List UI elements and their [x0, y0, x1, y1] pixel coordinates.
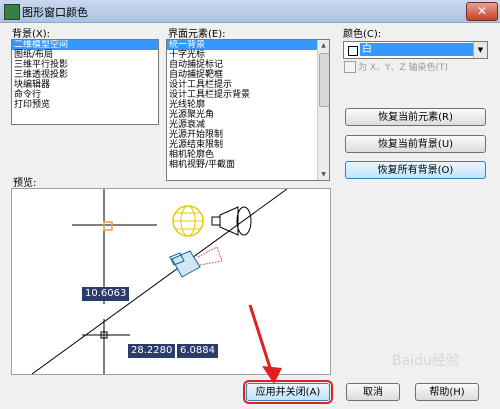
background-listbox[interactable]: 二维模型空间 图纸/布局 三维平行投影 三维透视投影 块编辑器 命令行 打印预览: [11, 39, 159, 125]
app-icon: [4, 4, 20, 20]
elements-list-item[interactable]: 光源开始限制: [167, 130, 329, 140]
scroll-thumb[interactable]: [319, 53, 329, 107]
background-list-item[interactable]: 块编辑器: [12, 80, 158, 90]
elements-list-item[interactable]: 光源聚光角: [167, 110, 329, 120]
elements-list-item[interactable]: 光源结束限制: [167, 140, 329, 150]
scroll-up-icon[interactable]: ▲: [318, 40, 329, 51]
watermark-logo: Baidu经验: [392, 353, 460, 369]
coordinate-tag-1: 10.6063: [82, 287, 130, 301]
coordinate-tag-3: 6.0884: [177, 344, 218, 358]
window-title: 图形窗口颜色: [22, 6, 88, 19]
restore-background-button[interactable]: 恢复当前背景(U): [345, 135, 486, 153]
elements-list-item[interactable]: 自动捕捉标记: [167, 60, 329, 70]
elements-list-item[interactable]: 光源衰减: [167, 120, 329, 130]
spotlight-icon: [211, 206, 252, 236]
background-list-item[interactable]: 三维平行投影: [12, 60, 158, 70]
apply-close-button[interactable]: 应用并关闭(A): [243, 380, 333, 404]
cancel-button[interactable]: 取消: [346, 383, 400, 401]
chevron-down-icon[interactable]: ▼: [473, 42, 487, 58]
background-list-item[interactable]: 打印预览: [12, 100, 158, 110]
restore-element-button[interactable]: 恢复当前元素(R): [345, 108, 486, 126]
help-button[interactable]: 帮助(H): [415, 383, 479, 401]
scroll-down-icon[interactable]: ▼: [318, 169, 329, 180]
background-list-item[interactable]: 命令行: [12, 90, 158, 100]
camera-icon: [169, 246, 223, 278]
preview-canvas: 10.6063 28.2280 6.0884: [11, 188, 331, 375]
preview-label: 预览:: [13, 178, 37, 189]
restore-all-button[interactable]: 恢复所有背景(O): [345, 161, 486, 179]
elements-list-item[interactable]: 十字光标: [167, 50, 329, 60]
elements-label: 界面元素(E):: [168, 29, 226, 40]
background-list-item[interactable]: 二维模型空间: [12, 40, 158, 50]
elements-list-item[interactable]: 自动捕捉靶框: [167, 70, 329, 80]
background-list-item[interactable]: 三维透视投影: [12, 70, 158, 80]
title-bar: 图形窗口颜色 ✕: [0, 0, 500, 23]
elements-list-item[interactable]: 相机视野/平截面: [167, 160, 329, 170]
close-button[interactable]: ✕: [466, 2, 498, 21]
color-value: 白: [360, 43, 473, 56]
tint-axes-checkbox[interactable]: [344, 61, 356, 73]
elements-list-item[interactable]: 设计工具栏提示: [167, 80, 329, 90]
light-globe-icon: [172, 205, 204, 237]
elements-list-item[interactable]: 相机轮廓色: [167, 150, 329, 160]
background-label: 背景(X):: [12, 29, 51, 40]
elements-scrollbar[interactable]: ▲ ▼: [317, 40, 329, 180]
color-swatch: [348, 46, 358, 56]
elements-list-item[interactable]: 光线轮廓: [167, 100, 329, 110]
color-select[interactable]: 白 ▼: [343, 41, 488, 59]
elements-list-item[interactable]: 设计工具栏提示背景: [167, 90, 329, 100]
elements-listbox[interactable]: 统一背景 十字光标 自动捕捉标记 自动捕捉靶框 设计工具栏提示 设计工具栏提示背景 光线轮廓…: [166, 39, 330, 181]
coordinate-tag-2: 28.2280: [128, 344, 176, 358]
autosnap-marker: [103, 221, 113, 231]
tint-axes-label: 为 X、Y、Z 轴染色(T): [358, 63, 449, 73]
color-label: 颜色(C):: [343, 29, 382, 40]
elements-list-item[interactable]: 统一背景: [167, 40, 329, 50]
background-list-item[interactable]: 图纸/布局: [12, 50, 158, 60]
